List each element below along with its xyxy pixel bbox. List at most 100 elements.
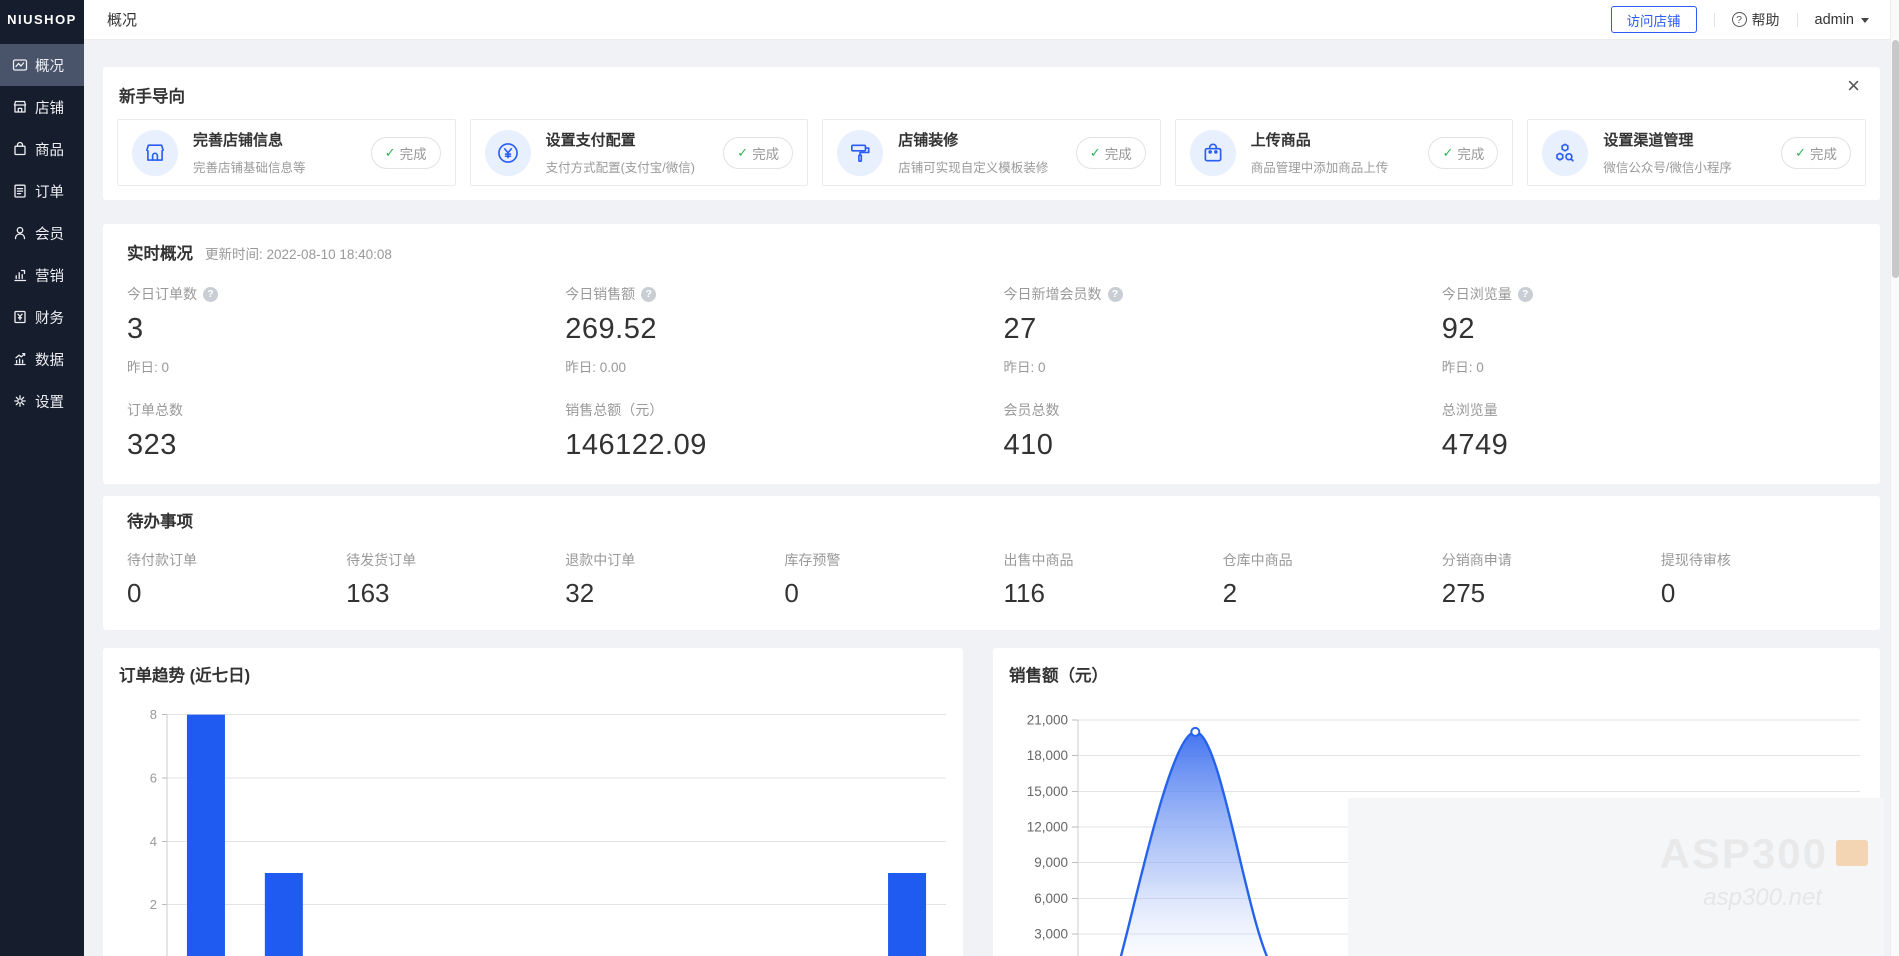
todo-unpaid-orders[interactable]: 待付款订单 0 — [127, 550, 346, 609]
todo-title: 待办事项 — [127, 508, 1880, 532]
newbie-guide-card: 新手导向 × 完善店铺信息 完善店铺基础信息等 ✓完成 设置支付配置 支付方式配… — [103, 67, 1880, 200]
sidebar-item-settings[interactable]: 设置 — [0, 380, 84, 422]
realtime-title: 实时概况 — [127, 240, 193, 264]
stat-value: 4749 — [1442, 429, 1880, 462]
data-icon — [12, 351, 28, 367]
member-icon — [12, 225, 28, 241]
app-logo: NIUSHOP — [0, 0, 84, 40]
storefront-icon — [132, 130, 178, 176]
help-link[interactable]: ? 帮助 — [1732, 10, 1780, 30]
guide-item-payment[interactable]: 设置支付配置 支付方式配置(支付宝/微信) ✓完成 — [470, 119, 809, 186]
sidebar-item-members[interactable]: 会员 — [0, 212, 84, 254]
watermark-subtext: asp300.net — [1703, 884, 1822, 912]
status-badge: ✓完成 — [723, 137, 793, 169]
guide-row: 完善店铺信息 完善店铺基础信息等 ✓完成 设置支付配置 支付方式配置(支付宝/微… — [117, 119, 1866, 186]
sidebar-item-marketing[interactable]: 营销 — [0, 254, 84, 296]
question-icon[interactable]: ? — [203, 287, 218, 302]
sidebar-item-goods[interactable]: 商品 — [0, 128, 84, 170]
check-icon: ✓ — [1795, 145, 1806, 161]
todo-warehouse-goods[interactable]: 仓库中商品 2 — [1223, 550, 1442, 609]
guide-item-channels[interactable]: 设置渠道管理 微信公众号/微信小程序 ✓完成 — [1527, 119, 1866, 186]
chevron-down-icon — [1861, 18, 1869, 27]
sidebar-nav: 概况 店铺 商品 订单 会员 营销 — [0, 44, 84, 422]
watermark: ASP300 asp300.net — [1348, 798, 1884, 956]
user-menu[interactable]: admin — [1815, 12, 1870, 28]
realtime-card: 实时概况 更新时间: 2022-08-10 18:40:08 今日订单数? 3 … — [103, 224, 1880, 484]
username: admin — [1815, 12, 1855, 28]
shopping-bag-icon — [1190, 130, 1236, 176]
guide-item-decorate[interactable]: 店铺装修 店铺可实现自定义模板装修 ✓完成 — [822, 119, 1161, 186]
sidebar-item-overview[interactable]: 概况 — [0, 44, 84, 86]
sidebar-item-orders[interactable]: 订单 — [0, 170, 84, 212]
divider — [1714, 13, 1715, 27]
todo-grid: 待付款订单 0 待发货订单 163 退款中订单 32 库存预警 0 出售中商品 — [127, 550, 1880, 609]
svg-text:6: 6 — [150, 770, 157, 785]
guide-item-shop-info[interactable]: 完善店铺信息 完善店铺基础信息等 ✓完成 — [117, 119, 456, 186]
scrollbar-thumb[interactable] — [1892, 40, 1899, 278]
channels-icon — [1542, 130, 1588, 176]
guide-item-title: 完善店铺信息 — [193, 129, 306, 150]
todo-value: 0 — [784, 578, 1003, 609]
yen-circle-icon — [485, 130, 531, 176]
status-badge: ✓完成 — [1781, 137, 1851, 169]
stat-yesterday: 昨日: 0 — [1442, 356, 1880, 376]
check-icon: ✓ — [737, 145, 748, 161]
marketing-icon — [12, 267, 28, 283]
guide-item-desc: 店铺可实现自定义模板装修 — [898, 157, 1048, 176]
svg-text:6,000: 6,000 — [1034, 891, 1068, 906]
stat-today-orders: 今日订单数? 3 昨日: 0 — [127, 284, 565, 376]
check-icon: ✓ — [385, 145, 396, 161]
todo-distributor-applications[interactable]: 分销商申请 275 — [1442, 550, 1661, 609]
stat-yesterday: 昨日: 0 — [1004, 356, 1442, 376]
svg-text:9,000: 9,000 — [1034, 855, 1068, 870]
sidebar: NIUSHOP 概况 店铺 商品 订单 会员 — [0, 0, 84, 956]
todo-refunding-orders[interactable]: 退款中订单 32 — [565, 550, 784, 609]
check-icon: ✓ — [1090, 145, 1101, 161]
todo-value: 163 — [346, 578, 565, 609]
sidebar-item-label: 设置 — [35, 391, 64, 412]
total-stats: 订单总数 323 销售总额（元） 146122.09 会员总数 410 总浏览量… — [127, 400, 1880, 462]
topbar-actions: 访问店铺 ? 帮助 admin — [1611, 6, 1899, 33]
sidebar-item-shop[interactable]: 店铺 — [0, 86, 84, 128]
visit-shop-button[interactable]: 访问店铺 — [1611, 6, 1697, 33]
shop-icon — [12, 99, 28, 115]
scrollbar[interactable] — [1890, 0, 1899, 956]
watermark-text: ASP300 — [1660, 830, 1828, 878]
stat-value: 3 — [127, 313, 565, 346]
stat-total-views: 总浏览量 4749 — [1442, 400, 1880, 462]
sidebar-item-label: 店铺 — [35, 97, 64, 118]
sidebar-item-label: 订单 — [35, 181, 64, 202]
gear-icon — [12, 393, 28, 409]
question-icon[interactable]: ? — [1518, 287, 1533, 302]
todo-value: 275 — [1442, 578, 1661, 609]
today-stats: 今日订单数? 3 昨日: 0 今日销售额? 269.52 昨日: 0.00 今日… — [127, 284, 1880, 376]
sidebar-item-finance[interactable]: 财务 — [0, 296, 84, 338]
sidebar-item-label: 会员 — [35, 223, 64, 244]
sales-chart-title: 销售额（元） — [1009, 662, 1108, 686]
todo-on-sale-goods[interactable]: 出售中商品 116 — [1004, 550, 1223, 609]
svg-text:15,000: 15,000 — [1027, 784, 1068, 799]
order-icon — [12, 183, 28, 199]
question-icon[interactable]: ? — [641, 287, 656, 302]
svg-text:4: 4 — [150, 834, 157, 849]
question-icon[interactable]: ? — [1108, 287, 1123, 302]
status-badge: ✓完成 — [371, 137, 441, 169]
divider — [1797, 13, 1798, 27]
todo-card: 待办事项 待付款订单 0 待发货订单 163 退款中订单 32 库存预警 0 — [103, 496, 1880, 630]
todo-value: 0 — [127, 578, 346, 609]
sidebar-item-data[interactable]: 数据 — [0, 338, 84, 380]
orders-chart-title: 订单趋势 (近七日) — [119, 662, 250, 686]
svg-text:18,000: 18,000 — [1027, 748, 1068, 763]
guide-item-desc: 商品管理中添加商品上传 — [1251, 157, 1389, 176]
close-icon[interactable]: × — [1847, 75, 1860, 97]
stat-value: 410 — [1004, 429, 1442, 462]
guide-item-title: 上传商品 — [1251, 129, 1389, 150]
guide-title: 新手导向 — [119, 83, 1866, 107]
todo-value: 0 — [1661, 578, 1880, 609]
stat-value: 323 — [127, 429, 565, 462]
todo-withdrawals-pending[interactable]: 提现待审核 0 — [1661, 550, 1880, 609]
todo-to-ship-orders[interactable]: 待发货订单 163 — [346, 550, 565, 609]
guide-item-upload-goods[interactable]: 上传商品 商品管理中添加商品上传 ✓完成 — [1175, 119, 1514, 186]
todo-stock-warning[interactable]: 库存预警 0 — [784, 550, 1003, 609]
stat-yesterday: 昨日: 0 — [127, 356, 565, 376]
